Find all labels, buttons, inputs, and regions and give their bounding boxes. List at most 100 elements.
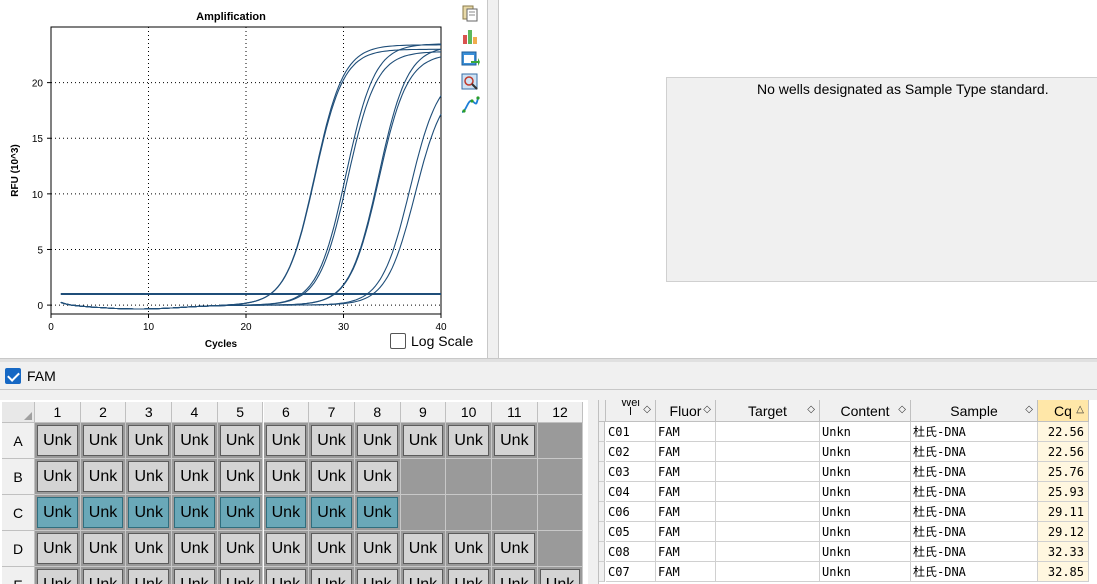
column-header-sample[interactable]: Sample ◇ <box>911 400 1038 422</box>
plate-well[interactable]: Unk <box>265 533 307 564</box>
plate-row-header[interactable]: B <box>2 459 35 495</box>
column-header-content[interactable]: Content ◇ <box>820 400 911 422</box>
plate-column-header[interactable]: 7 <box>309 402 355 423</box>
plate-well[interactable]: Unk <box>82 461 124 492</box>
table-cell[interactable] <box>716 502 820 522</box>
plate-cell[interactable]: Unk <box>80 567 127 584</box>
plate-column-header[interactable]: 6 <box>263 402 310 423</box>
plate-well[interactable]: Unk <box>219 569 261 584</box>
plate-cell[interactable]: Unk <box>217 495 264 531</box>
plate-row-header[interactable]: D <box>2 531 35 567</box>
plate-well[interactable]: Unk <box>219 533 261 564</box>
plate-well[interactable]: Unk <box>174 461 215 492</box>
table-cell[interactable]: C03 <box>606 462 656 482</box>
plate-well[interactable]: Unk <box>37 497 78 528</box>
plate-cell[interactable]: Unk <box>217 423 264 459</box>
plate-well[interactable]: Unk <box>311 425 352 456</box>
plate-well[interactable]: Unk <box>448 425 489 456</box>
sort-icon[interactable]: ◇ <box>703 404 711 415</box>
table-cell[interactable] <box>716 522 820 542</box>
table-cell[interactable]: 29.12 <box>1038 522 1089 542</box>
table-cell[interactable]: FAM <box>656 442 716 462</box>
plate-table-splitter[interactable] <box>588 400 598 584</box>
plate-cell[interactable]: Unk <box>263 567 310 584</box>
plate-cell[interactable]: Unk <box>172 423 218 459</box>
table-cell[interactable] <box>716 442 820 462</box>
plate-cell[interactable] <box>537 531 584 567</box>
sort-icon[interactable]: ◇ <box>1025 404 1033 415</box>
plate-well[interactable]: Unk <box>311 497 352 528</box>
plate-cell[interactable]: Unk <box>126 495 173 531</box>
plate-well[interactable]: Unk <box>539 569 581 584</box>
plate-cell[interactable]: Unk <box>35 495 81 531</box>
plate-row-header[interactable]: C <box>2 495 35 531</box>
plate-column-header[interactable]: 8 <box>354 402 401 423</box>
fam-checkbox[interactable] <box>5 367 21 384</box>
plate-cell[interactable]: Unk <box>446 567 492 584</box>
plate-cell[interactable]: Unk <box>172 531 218 567</box>
plate-cell[interactable]: Unk <box>354 567 401 584</box>
table-cell[interactable]: FAM <box>656 422 716 442</box>
plate-cell[interactable] <box>537 459 584 495</box>
plate-well[interactable]: Unk <box>311 461 352 492</box>
table-cell[interactable]: FAM <box>656 502 716 522</box>
plate-cell[interactable]: Unk <box>263 423 310 459</box>
plate-well[interactable]: Unk <box>494 425 535 456</box>
plate-cell[interactable] <box>537 423 584 459</box>
plate-cell[interactable]: Unk <box>35 531 81 567</box>
plate-well[interactable]: Unk <box>174 569 215 584</box>
table-cell[interactable] <box>716 562 820 582</box>
plate-well[interactable]: Unk <box>219 425 261 456</box>
table-cell[interactable]: 杜氏-DNA <box>911 482 1038 502</box>
plate-well[interactable]: Unk <box>494 569 535 584</box>
plate-well[interactable]: Unk <box>37 425 78 456</box>
table-cell[interactable] <box>716 462 820 482</box>
table-cell[interactable]: 杜氏-DNA <box>911 542 1038 562</box>
plate-cell[interactable] <box>492 495 538 531</box>
table-cell[interactable]: 22.56 <box>1038 442 1089 462</box>
table-cell[interactable]: C01 <box>606 422 656 442</box>
row-selector[interactable] <box>599 502 605 522</box>
table-cell[interactable]: 杜氏-DNA <box>911 422 1038 442</box>
plate-cell[interactable] <box>446 459 492 495</box>
plate-cell[interactable]: Unk <box>217 567 264 584</box>
table-cell[interactable]: 32.85 <box>1038 562 1089 582</box>
table-cell[interactable]: Unkn <box>820 522 911 542</box>
plate-well[interactable]: Unk <box>174 533 215 564</box>
table-cell[interactable]: FAM <box>656 462 716 482</box>
plate-well[interactable]: Unk <box>265 461 307 492</box>
plate-well[interactable]: Unk <box>356 497 398 528</box>
plate-cell[interactable]: Unk <box>354 459 401 495</box>
plate-cell[interactable]: Unk <box>35 567 81 584</box>
table-cell[interactable]: 32.33 <box>1038 542 1089 562</box>
plate-well[interactable]: Unk <box>448 569 489 584</box>
plate-cell[interactable]: Unk <box>309 459 355 495</box>
plate-cell[interactable]: Unk <box>126 531 173 567</box>
plate-cell[interactable]: Unk <box>492 531 538 567</box>
vertical-splitter[interactable] <box>488 0 498 358</box>
table-cell[interactable]: 25.76 <box>1038 462 1089 482</box>
plate-well[interactable]: Unk <box>448 533 489 564</box>
plate-cell[interactable]: Unk <box>172 459 218 495</box>
plate-cell[interactable]: Unk <box>354 531 401 567</box>
table-cell[interactable]: C06 <box>606 502 656 522</box>
table-cell[interactable] <box>716 422 820 442</box>
table-cell[interactable]: Unkn <box>820 562 911 582</box>
plate-column-header[interactable]: 2 <box>80 402 127 423</box>
plate-well[interactable]: Unk <box>82 533 124 564</box>
table-cell[interactable]: 杜氏-DNA <box>911 462 1038 482</box>
table-cell[interactable]: 22.56 <box>1038 422 1089 442</box>
table-cell[interactable]: Unkn <box>820 482 911 502</box>
log-scale-toggle[interactable]: Log Scale <box>390 333 473 349</box>
plate-well[interactable]: Unk <box>402 533 444 564</box>
plate-well[interactable]: Unk <box>356 569 398 584</box>
plate-well[interactable]: Unk <box>37 533 78 564</box>
plate-cell[interactable] <box>400 459 447 495</box>
plate-cell[interactable]: Unk <box>492 567 538 584</box>
table-cell[interactable]: FAM <box>656 482 716 502</box>
plate-well[interactable]: Unk <box>128 497 170 528</box>
plate-well[interactable]: Unk <box>174 497 215 528</box>
column-header-target[interactable]: Target ◇ <box>716 400 820 422</box>
plate-column-header[interactable]: 1 <box>35 402 81 423</box>
export-icon[interactable] <box>460 49 480 69</box>
